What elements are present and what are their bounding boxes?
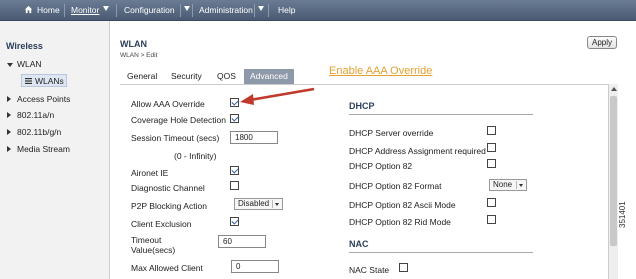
diagnostic-channel-checkbox[interactable]	[230, 181, 239, 190]
dhcp-server-override-checkbox[interactable]	[487, 126, 496, 135]
sidebar-title: Wireless	[6, 41, 43, 51]
max-allowed-client-input[interactable]: 0	[231, 260, 279, 273]
nav-configuration[interactable]: Configuration	[124, 0, 175, 21]
chevron-right-icon[interactable]	[7, 146, 11, 152]
allow-aaa-override-label: Allow AAA Override	[131, 99, 205, 109]
chevron-down-icon[interactable]	[258, 6, 264, 11]
main-content: WLAN WLAN > Edit Apply General Security …	[111, 21, 636, 279]
chevron-right-icon[interactable]	[7, 112, 11, 118]
tab-general[interactable]: General	[124, 69, 160, 84]
nav-divider	[116, 4, 117, 17]
nav-divider	[254, 4, 255, 17]
aironet-ie-checkbox[interactable]	[230, 166, 239, 175]
chevron-down-icon[interactable]	[184, 6, 190, 11]
annotation-callout: Enable AAA Override	[329, 65, 433, 77]
apply-button[interactable]: Apply	[587, 36, 617, 49]
top-nav-bar: Home Monitor Configuration Administratio…	[0, 0, 636, 21]
nav-home[interactable]: Home	[37, 0, 60, 21]
figure-id: 351401	[618, 201, 627, 228]
nac-section-title: NAC	[349, 239, 369, 249]
dhcp-server-override-label: DHCP Server override	[349, 128, 434, 138]
client-exclusion-label: Client Exclusion	[131, 219, 192, 229]
sidebar-item-label: WLANs	[35, 76, 64, 86]
dhcp-divider	[349, 114, 533, 115]
sidebar-item-media-stream[interactable]: Media Stream	[17, 144, 70, 154]
list-icon	[25, 78, 32, 84]
panel-scrollbar[interactable]	[608, 84, 618, 279]
dhcp-option82-ascii-label: DHCP Option 82 Ascii Mode	[349, 200, 456, 210]
sidebar-item-access-points[interactable]: Access Points	[17, 94, 70, 104]
timeout-label-line2: Value(secs)	[131, 245, 176, 255]
session-timeout-input[interactable]: 1800	[230, 131, 278, 144]
nav-divider	[268, 4, 269, 17]
chevron-right-icon[interactable]	[7, 96, 11, 102]
nav-monitor[interactable]: Monitor	[71, 0, 99, 21]
sidebar-item-80211an[interactable]: 802.11a/n	[17, 110, 54, 120]
nac-divider	[349, 252, 533, 253]
aironet-ie-label: Aironet IE	[131, 168, 169, 178]
dhcp-option82-rid-label: DHCP Option 82 Rid Mode	[349, 217, 451, 227]
tab-qos[interactable]: QOS	[214, 69, 239, 84]
scrollbar-thumb[interactable]	[610, 96, 617, 246]
p2p-blocking-select[interactable]: Disabled	[234, 198, 283, 210]
arrow-icon	[240, 87, 315, 105]
timeout-label-line1: Timeout	[131, 235, 162, 245]
chevron-down-icon[interactable]	[103, 6, 109, 11]
coverage-hole-label: Coverage Hole Detection	[131, 115, 226, 125]
dhcp-option82-rid-checkbox[interactable]	[487, 215, 496, 224]
tab-security[interactable]: Security	[168, 69, 205, 84]
session-timeout-label: Session Timeout (secs)	[131, 133, 220, 143]
scroll-up-icon[interactable]	[611, 87, 617, 91]
sidebar: Wireless WLAN WLANs Access Points 802.11…	[0, 21, 110, 279]
sidebar-item-80211bgn[interactable]: 802.11b/g/n	[17, 127, 61, 137]
dhcp-option82-format-select[interactable]: None	[489, 179, 527, 191]
nav-divider	[192, 4, 193, 17]
nav-administration[interactable]: Administration	[199, 0, 253, 21]
nav-divider	[180, 4, 181, 17]
sidebar-item-wlan[interactable]: WLAN	[17, 59, 42, 69]
nav-divider	[64, 4, 65, 17]
chevron-down-icon[interactable]	[516, 181, 525, 189]
chevron-right-icon[interactable]	[7, 129, 11, 135]
chevron-down-icon[interactable]	[272, 200, 281, 208]
coverage-hole-checkbox[interactable]	[230, 114, 239, 123]
diagnostic-channel-label: Diagnostic Channel	[131, 183, 205, 193]
dhcp-option82-checkbox[interactable]	[487, 159, 496, 168]
breadcrumb: WLAN > Edit	[120, 52, 158, 59]
timeout-value-input[interactable]: 60	[218, 235, 266, 248]
home-icon[interactable]	[24, 5, 33, 14]
nac-state-label: NAC State	[349, 265, 390, 275]
p2p-blocking-label: P2P Blocking Action	[131, 201, 207, 211]
dhcp-addr-required-checkbox[interactable]	[487, 143, 496, 152]
session-timeout-range: (0 - Infinity)	[174, 151, 217, 161]
dhcp-option82-label: DHCP Option 82	[349, 161, 413, 171]
client-exclusion-checkbox[interactable]	[230, 217, 239, 226]
page-title: WLAN	[120, 39, 147, 49]
advanced-settings-panel: Allow AAA Override Coverage Hole Detecti…	[120, 84, 616, 279]
nac-state-checkbox[interactable]	[399, 263, 408, 272]
tab-advanced[interactable]: Advanced	[244, 69, 294, 84]
sidebar-item-wlans[interactable]: WLANs	[21, 74, 67, 87]
p2p-blocking-value: Disabled	[238, 199, 270, 208]
dhcp-section-title: DHCP	[349, 101, 375, 111]
dhcp-option82-format-label: DHCP Option 82 Format	[349, 181, 442, 191]
chevron-down-icon[interactable]	[7, 63, 13, 67]
nav-help[interactable]: Help	[278, 0, 295, 21]
dhcp-option82-format-value: None	[493, 180, 513, 189]
dhcp-option82-ascii-checkbox[interactable]	[487, 198, 496, 207]
dhcp-addr-required-label: DHCP Address Assignment required	[349, 146, 486, 156]
max-allowed-client-label: Max Allowed Client	[131, 263, 203, 273]
